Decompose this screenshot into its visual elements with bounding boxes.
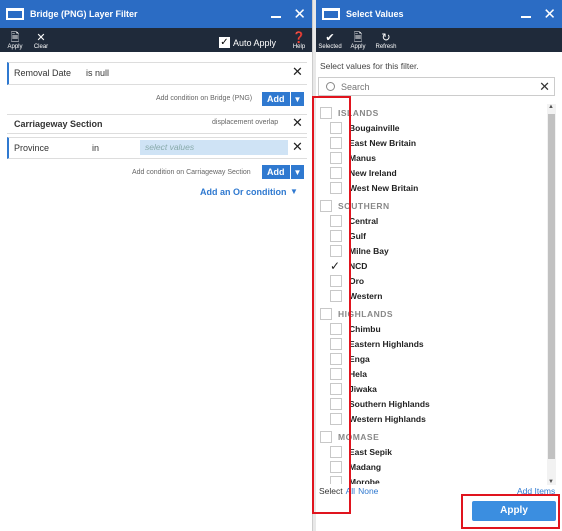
help-icon: ❓ <box>292 32 306 44</box>
value-label: New Ireland <box>349 168 397 178</box>
add-or-dropdown-icon[interactable]: ▼ <box>290 187 298 196</box>
value-label: NCD <box>349 261 368 271</box>
layer-filter-panel: Bridge (PNG) Layer Filter ✕ 🗎 Apply ✕ Clea… <box>0 0 313 531</box>
remove-section-icon[interactable]: ✕ <box>292 116 303 129</box>
help-tool-button[interactable]: ❓ Help <box>286 32 312 52</box>
add-condition-carriageway-label: Add condition on Carriageway Section <box>132 169 251 176</box>
condition-operator[interactable]: is null <box>86 68 109 78</box>
apply-doc-icon: 🗎 <box>353 32 363 44</box>
value-label: Oro <box>349 276 365 286</box>
minimize-icon[interactable] <box>521 16 532 18</box>
apply-doc-icon: 🗎 <box>10 32 20 44</box>
checkmark-icon: ✔ <box>325 32 335 44</box>
province-operator[interactable]: in <box>92 143 99 153</box>
value-label: Western Highlands <box>349 414 426 424</box>
scroll-down-icon[interactable]: ▼ <box>548 479 554 485</box>
value-label: Manus <box>349 153 376 163</box>
select-values-header: Select Values ✕ <box>316 0 562 28</box>
value-label: Western <box>349 291 383 301</box>
dropdown-arrow-icon[interactable]: ▼ <box>289 92 305 106</box>
bridge-layer-icon <box>322 8 340 20</box>
clear-tool-button[interactable]: ✕ Clear <box>28 32 54 52</box>
value-label: Southern Highlands <box>349 399 430 409</box>
value-label: Madang <box>349 462 382 472</box>
value-label: Morobe <box>349 477 380 484</box>
add-condition-bridge-button[interactable]: Add ▼ <box>262 92 305 106</box>
value-label: East New Britain <box>349 138 417 148</box>
layer-filter-toolbar: 🗎 Apply ✕ Clear ✓ Auto Apply ❓ Help <box>0 28 312 52</box>
select-values-title: Select Values <box>346 9 404 19</box>
condition-field[interactable]: Removal Date <box>8 68 86 78</box>
add-condition-bridge-label: Add condition on Bridge (PNG) <box>156 95 253 102</box>
value-label: Eastern Highlands <box>349 339 424 349</box>
refresh-tool-button[interactable]: ↻ Refresh <box>372 32 400 52</box>
add-or-condition-link[interactable]: Add an Or condition <box>200 187 287 197</box>
add-condition-carriageway-button[interactable]: Add ▼ <box>262 165 305 179</box>
selected-tool-button[interactable]: ✔ Selected <box>316 32 344 52</box>
scroll-up-icon[interactable]: ▲ <box>548 104 554 110</box>
search-icon <box>326 82 335 91</box>
select-none-link[interactable]: None <box>358 486 378 496</box>
scrollbar-track[interactable]: ▲ ▼ <box>547 104 556 485</box>
value-label: Hela <box>349 369 367 379</box>
auto-apply-toggle[interactable]: ✓ Auto Apply <box>218 37 276 48</box>
auto-apply-checkbox[interactable]: ✓ <box>218 37 230 48</box>
value-label: Milne Bay <box>349 246 389 256</box>
value-label: Enga <box>349 354 370 364</box>
section-note: displacement overlap <box>212 119 279 126</box>
value-label: Bougainville <box>349 123 400 133</box>
checkbox-column-highlight <box>312 96 351 514</box>
layer-filter-title: Bridge (PNG) Layer Filter <box>30 9 138 19</box>
select-values-input[interactable]: select values <box>140 140 288 155</box>
refresh-icon: ↻ <box>381 32 391 44</box>
value-label: Jiwaka <box>349 384 377 394</box>
select-values-panel: Select Values ✕ ✔ Selected 🗎 Apply ↻ Refres… <box>316 0 562 531</box>
clear-search-icon[interactable]: ✕ <box>539 79 550 95</box>
search-box[interactable]: ✕ <box>318 77 555 96</box>
value-label: West New Britain <box>349 183 419 193</box>
scrollbar-thumb[interactable] <box>548 114 555 459</box>
instruction-text: Select values for this filter. <box>320 61 419 71</box>
close-icon[interactable]: ✕ <box>293 5 306 23</box>
value-label: Gulf <box>349 231 366 241</box>
bridge-layer-icon <box>6 8 24 20</box>
value-label: Chimbu <box>349 324 381 334</box>
section-title: Carriageway Section <box>14 119 103 129</box>
remove-condition-icon[interactable]: ✕ <box>292 65 303 78</box>
value-label: East Sepik <box>349 447 392 457</box>
dropdown-arrow-icon[interactable]: ▼ <box>289 165 305 179</box>
apply-tool-button[interactable]: 🗎 Apply <box>2 32 28 52</box>
select-values-toolbar: ✔ Selected 🗎 Apply ↻ Refresh <box>316 28 562 52</box>
layer-filter-header: Bridge (PNG) Layer Filter ✕ <box>0 0 312 28</box>
remove-province-icon[interactable]: ✕ <box>292 140 303 153</box>
province-field[interactable]: Province <box>14 143 49 153</box>
minimize-icon[interactable] <box>271 16 282 18</box>
search-input[interactable] <box>341 81 540 92</box>
close-icon[interactable]: ✕ <box>543 5 556 23</box>
apply-button-highlight <box>461 494 560 529</box>
clear-x-icon: ✕ <box>36 32 46 44</box>
apply-tool-button[interactable]: 🗎 Apply <box>344 32 372 52</box>
value-label: Central <box>349 216 379 226</box>
